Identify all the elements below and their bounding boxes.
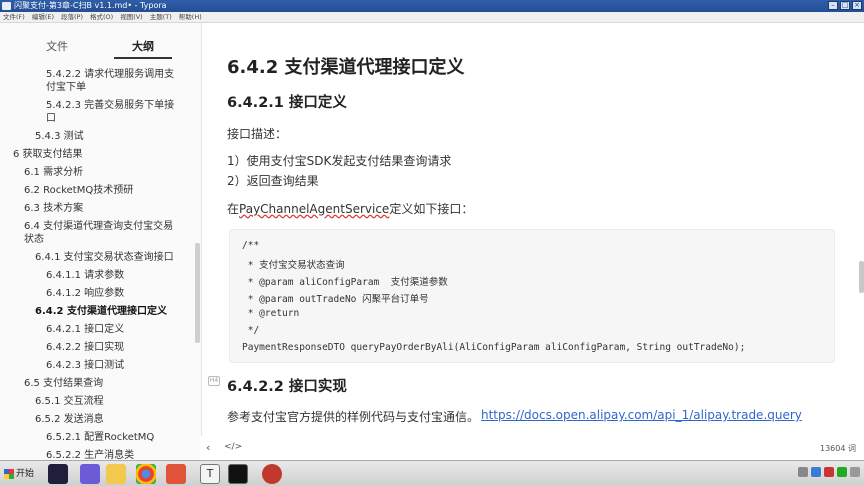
tab-outline[interactable]: 大纲	[132, 38, 154, 54]
menu-theme[interactable]: 主题(T)	[150, 12, 172, 22]
typora-app-icon	[2, 2, 11, 10]
outline-item[interactable]: 6.4 支付渠道代理查询支付宝交易	[24, 220, 173, 233]
window-controls: – □ ×	[828, 1, 862, 10]
outline-item[interactable]: 状态	[24, 233, 44, 246]
menu-paragraph[interactable]: 段落(P)	[61, 12, 83, 22]
menu-view[interactable]: 视图(V)	[120, 12, 143, 22]
sidebar: 文件 大纲 5.4.2.2 请求代理服务调用支 付宝下单 5.4.2.3 完善交…	[0, 23, 202, 461]
tray-clock-icon[interactable]	[850, 467, 860, 477]
define-class-name: PayChannelAgentService	[239, 202, 390, 216]
git-tool-icon[interactable]	[166, 464, 186, 484]
list-item: 1）使用支付宝SDK发起支付结果查询请求	[227, 154, 452, 168]
close-icon[interactable]: ×	[852, 1, 862, 10]
outline-item[interactable]: 口	[46, 112, 56, 125]
vs-icon[interactable]	[80, 464, 100, 484]
outline-item[interactable]: 5.4.2.2 请求代理服务调用支	[46, 68, 174, 81]
editor-area[interactable]: 6.4.2 支付渠道代理接口定义 6.4.2.1 接口定义 接口描述： 1）使用…	[203, 23, 864, 460]
heading-h3-interface-implementation: 6.4.2.2 接口实现	[227, 379, 347, 395]
typora-task-icon[interactable]: T	[200, 464, 220, 484]
editor-scrollbar[interactable]	[859, 261, 864, 293]
outline-item[interactable]: 6.5.2.1 配置RocketMQ	[46, 431, 154, 444]
code-block[interactable]: /** * 支付宝交易状态查询 * @param aliConfigParam …	[229, 229, 835, 363]
windows-logo-icon	[4, 469, 14, 479]
folder-icon[interactable]	[106, 464, 126, 484]
active-tab-indicator	[114, 57, 172, 59]
source-code-mode-icon[interactable]: </>	[224, 442, 242, 452]
code-line: * @param aliConfigParam 支付渠道参数	[242, 277, 448, 288]
code-line: */	[242, 325, 260, 336]
heading-anchor-icon: H4	[208, 376, 220, 386]
outline-item[interactable]: 6.5 支付结果查询	[24, 377, 103, 390]
code-line: * 支付宝交易状态查询	[242, 260, 345, 271]
window-title: 闪聚支付-第3章-C扫B v1.1.md• - Typora	[14, 1, 167, 10]
outline-item[interactable]: 6.4.2.1 接口定义	[46, 323, 124, 336]
sidebar-tabs: 文件 大纲	[0, 23, 201, 63]
outline-item[interactable]: 6 获取支付结果	[13, 148, 83, 161]
window-title-bar: 闪聚支付-第3章-C扫B v1.1.md• - Typora – □ ×	[0, 0, 864, 12]
define-prefix: 在	[227, 202, 240, 216]
tray-volume-icon[interactable]	[837, 467, 847, 477]
menu-file[interactable]: 文件(F)	[3, 12, 25, 22]
define-suffix: 定义如下接口：	[389, 202, 474, 216]
recorder-icon[interactable]	[262, 464, 282, 484]
outline-item[interactable]: 6.4.1.2 响应参数	[46, 287, 124, 300]
outline-item[interactable]: 6.5.1 交互流程	[35, 395, 104, 408]
status-bar: ‹ </> 13604 词	[200, 436, 864, 460]
reference-paragraph: 参考支付宝官方提供的样例代码与支付宝通信。	[227, 408, 479, 425]
start-label: 开始	[16, 469, 35, 479]
tray-app-icon[interactable]	[824, 467, 834, 477]
outline-item[interactable]: 6.3 技术方案	[24, 202, 83, 215]
heading-h3-interface-definition: 6.4.2.1 接口定义	[227, 95, 347, 111]
taskbar: 开始 T	[0, 460, 864, 486]
outline-item[interactable]: 6.5.2 发送消息	[35, 413, 104, 426]
code-line: * @param outTradeNo 闪聚平台订单号	[242, 294, 429, 305]
reference-text: 参考支付宝官方提供的样例代码与支付宝通信。	[227, 410, 480, 424]
chrome-icon[interactable]	[136, 464, 156, 484]
menu-format[interactable]: 格式(O)	[90, 12, 113, 22]
start-button[interactable]: 开始	[2, 465, 38, 483]
terminal-icon[interactable]	[228, 464, 248, 484]
menu-edit[interactable]: 编辑(E)	[32, 12, 54, 22]
heading-h2: 6.4.2 支付渠道代理接口定义	[227, 57, 465, 78]
tray-ime-icon[interactable]	[811, 467, 821, 477]
list-item: 2）返回查询结果	[227, 174, 319, 188]
code-line: PaymentResponseDTO queryPayOrderByAli(Al…	[242, 342, 746, 353]
sidebar-scrollbar[interactable]	[195, 243, 200, 343]
word-count[interactable]: 13604 词	[820, 443, 856, 454]
outline-item-active[interactable]: 6.4.2 支付渠道代理接口定义	[35, 305, 167, 318]
outline-item[interactable]: 6.4.2.3 接口测试	[46, 359, 124, 372]
code-line: * @return	[242, 308, 300, 319]
outline-item[interactable]: 5.4.2.3 完善交易服务下单接	[46, 99, 174, 112]
minimize-icon[interactable]: –	[828, 1, 838, 10]
outline-item[interactable]: 付宝下单	[46, 81, 86, 94]
outline-item[interactable]: 5.4.3 测试	[35, 130, 84, 143]
outline-item[interactable]: 6.4.2.2 接口实现	[46, 341, 124, 354]
code-line: /**	[242, 240, 260, 251]
outline-item[interactable]: 6.2 RocketMQ技术预研	[24, 184, 133, 197]
alipay-docs-link[interactable]: https://docs.open.alipay.com/api_1/alipa…	[481, 408, 802, 422]
outline-item[interactable]: 6.4.1.1 请求参数	[46, 269, 124, 282]
system-tray	[798, 467, 860, 477]
toggle-sidebar-icon[interactable]: ‹	[206, 441, 210, 454]
define-paragraph: 在PayChannelAgentService定义如下接口：	[227, 200, 473, 217]
tab-files[interactable]: 文件	[46, 38, 68, 54]
maximize-icon[interactable]: □	[840, 1, 850, 10]
interface-desc-label: 接口描述：	[227, 127, 288, 141]
outline-item[interactable]: 6.1 需求分析	[24, 166, 83, 179]
menu-bar: 文件(F) 编辑(E) 段落(P) 格式(O) 视图(V) 主题(T) 帮助(H…	[0, 12, 864, 23]
tray-network-icon[interactable]	[798, 467, 808, 477]
outline-item[interactable]: 6.4.1 支付宝交易状态查询接口	[35, 251, 174, 264]
intellij-icon[interactable]	[48, 464, 68, 484]
menu-help[interactable]: 帮助(H)	[179, 12, 202, 22]
